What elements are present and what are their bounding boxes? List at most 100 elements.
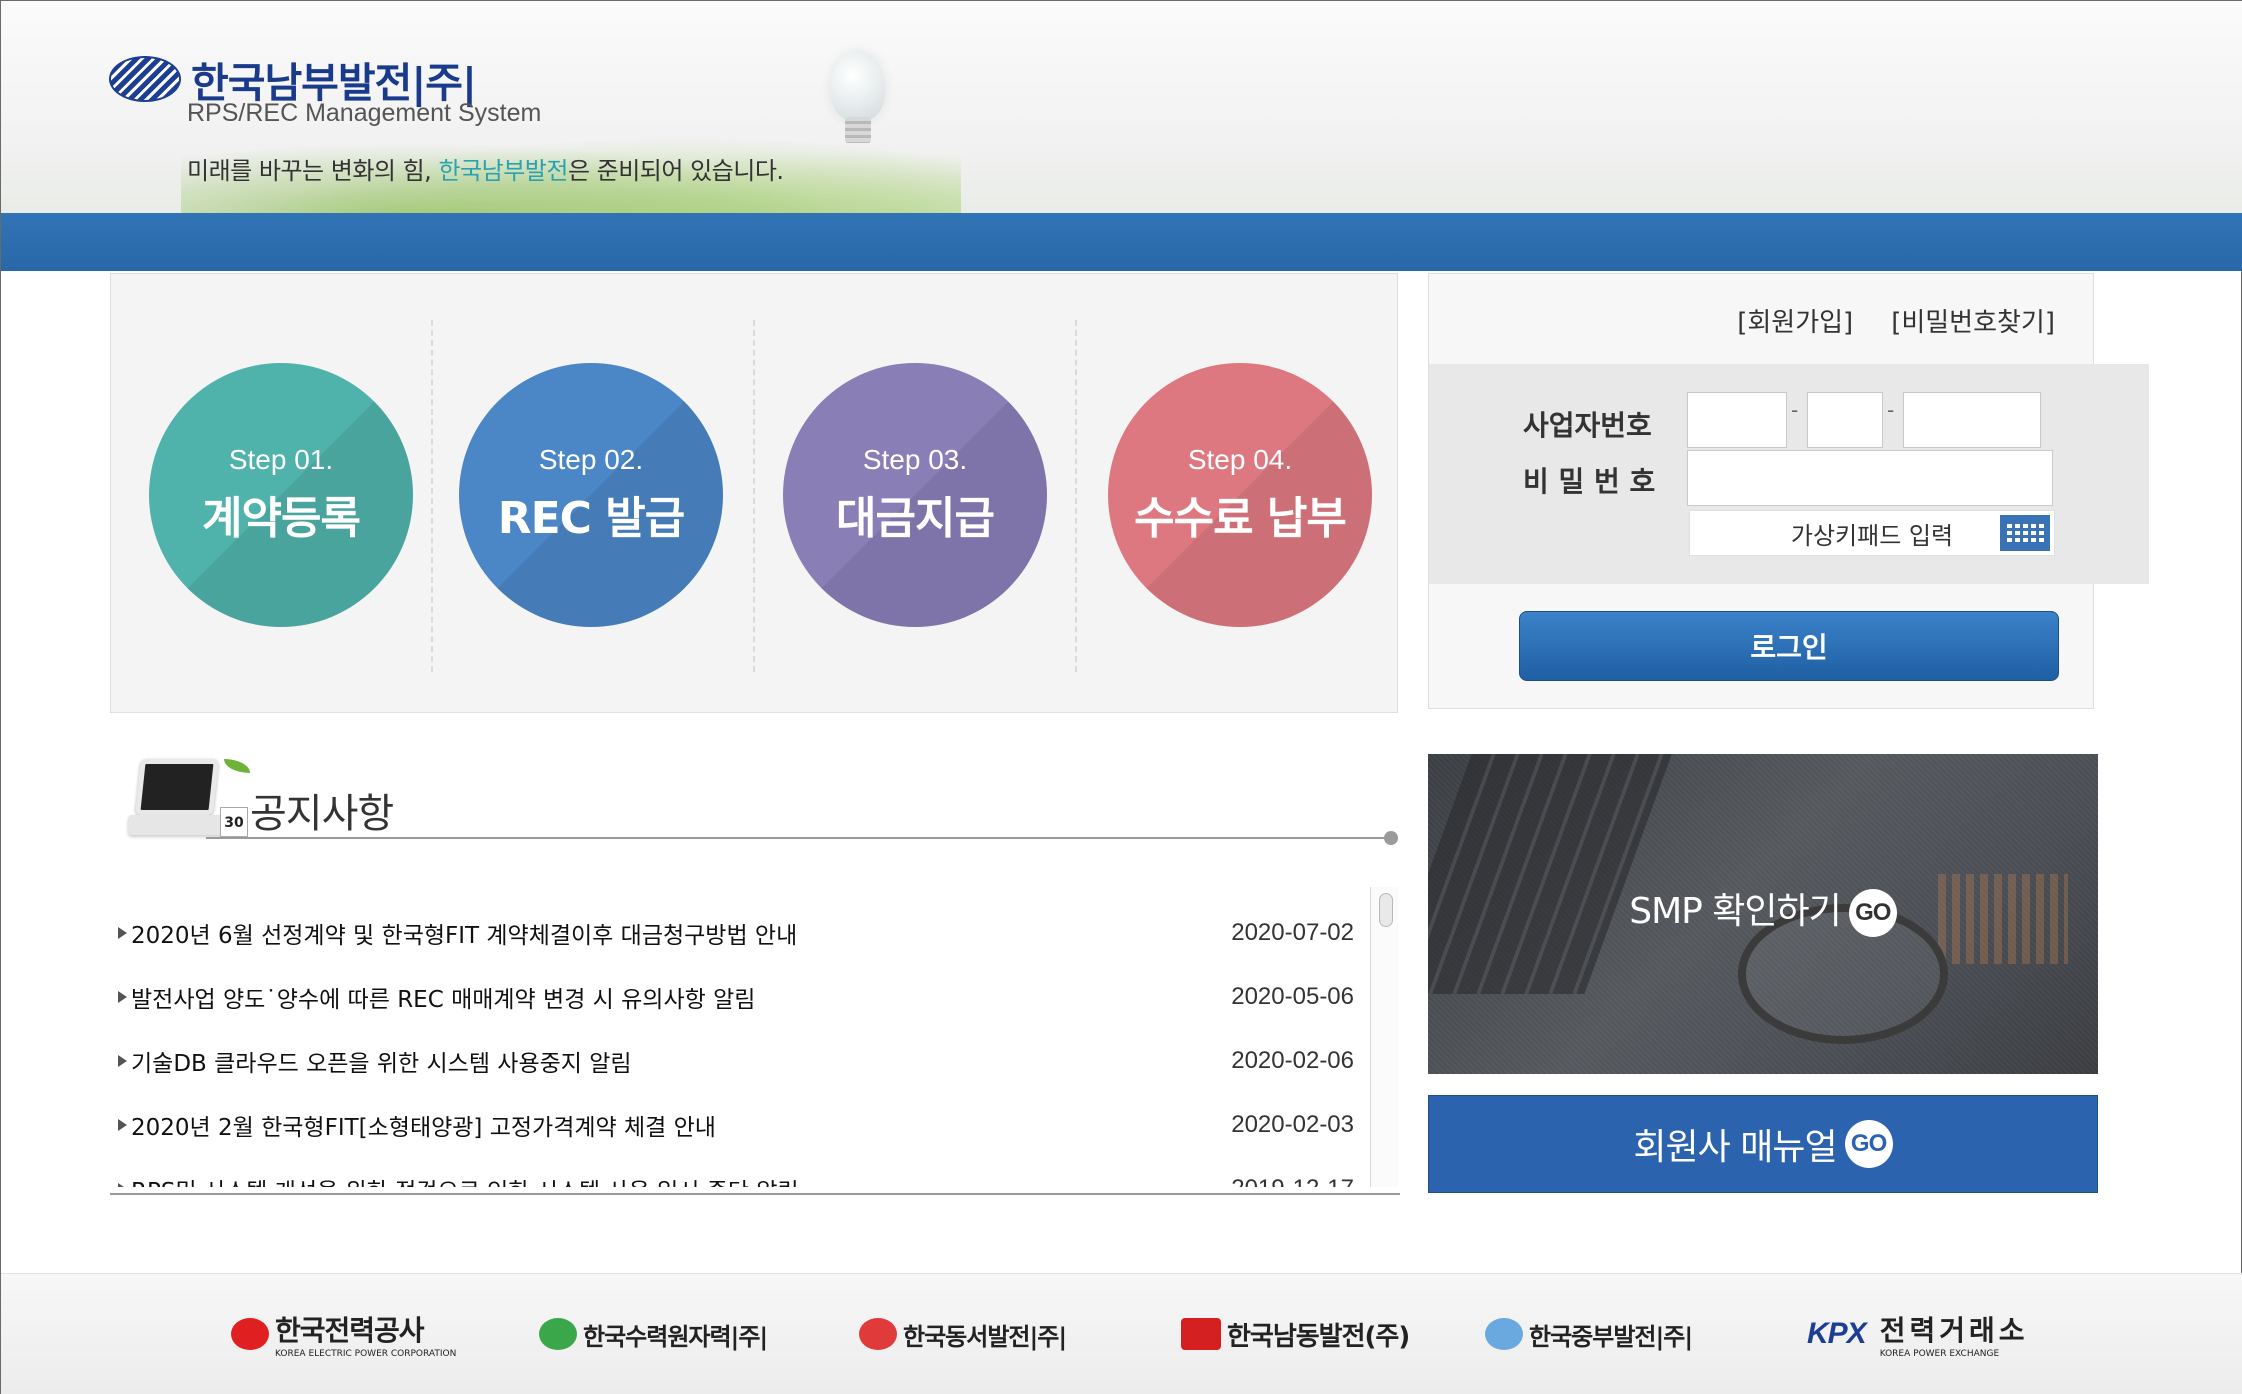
smp-label: SMP 확인하기 GO (1428, 882, 2098, 937)
go-icon: GO (1848, 889, 1897, 937)
notice-item-title[interactable]: 2020년 6월 선정계약 및 한국형FIT 계약체결이후 대금청구방법 안내 (131, 916, 797, 950)
slogan-highlight: 한국남부발전 (438, 157, 568, 185)
notice-item-date: 2020-07-02 (1231, 919, 1354, 946)
globe-logo-icon (109, 56, 181, 102)
notice-title[interactable]: 공지사항 (250, 781, 394, 839)
notice-item-date: 2020-02-06 (1231, 1047, 1354, 1074)
partner-logo-komipo[interactable]: 한국중부발전|주| (1485, 1310, 1693, 1358)
bullet-arrow-icon (118, 991, 127, 1003)
bullet-arrow-icon (118, 927, 127, 939)
partner-name: 한국중부발전|주| (1529, 1322, 1693, 1351)
business-number-part2[interactable] (1807, 392, 1883, 448)
kpx-logo-icon: KPX (1807, 1317, 1867, 1350)
step-title: 대금지급 (836, 493, 995, 544)
notice-item-date: 2019-12-17 (1231, 1175, 1354, 1187)
dash-separator: - (1791, 398, 1799, 422)
bullet-arrow-icon (118, 1055, 127, 1067)
partner-logo-ewp[interactable]: 한국동서발전|주| (859, 1310, 1067, 1358)
notice-item-title[interactable]: 2020년 2월 한국형FIT[소형태양광] 고정가격계약 체결 안내 (131, 1108, 716, 1142)
business-number-label: 사업자번호 (1523, 409, 1652, 442)
slogan-post: 은 준비되어 있습니다. (567, 157, 784, 185)
calendar-icon: 30 (220, 807, 248, 837)
list-item[interactable]: 2020년 6월 선정계약 및 한국형FIT 계약체결이후 대금청구방법 안내 … (118, 915, 1358, 951)
footer: 한국전력공사 KOREA ELECTRIC POWER CORPORATION … (1, 1273, 2242, 1394)
steps-panel: Step 01. 계약등록 Step 02. REC 발급 Step 03. 대… (110, 273, 1398, 713)
go-icon: GO (1844, 1120, 1893, 1168)
business-number-part3[interactable] (1903, 392, 2041, 448)
laptop-icon: 30 (124, 759, 250, 849)
slogan: 미래를 바꾸는 변화의 힘, 한국남부발전은 준비되어 있습니다. (187, 151, 784, 186)
password-label: 비 밀 번 호 (1523, 465, 1656, 498)
step-1[interactable]: Step 01. 계약등록 (149, 363, 413, 627)
komipo-logo-icon (1485, 1318, 1523, 1350)
virtual-keypad-button[interactable]: 가상키패드 입력 (1689, 510, 2055, 556)
partner-sub: KOREA POWER EXCHANGE (1879, 1349, 2000, 1359)
notice-item-date: 2020-02-03 (1231, 1111, 1354, 1138)
list-item[interactable]: 발전사업 양도˙양수에 따른 REC 매매계약 변경 시 유의사항 알림 202… (118, 979, 1358, 1015)
kepco-logo-icon (231, 1318, 269, 1350)
step-title: 계약등록 (202, 493, 361, 544)
lightbulb-icon (831, 51, 885, 121)
step-title: 수수료 납부 (1134, 493, 1347, 544)
step-number: Step 01. (228, 444, 334, 475)
notice-list: 2020년 6월 선정계약 및 한국형FIT 계약체결이후 대금청구방법 안내 … (110, 881, 1370, 1187)
step-number: Step 02. (538, 444, 644, 475)
nav-bar (1, 213, 2242, 271)
system-name: RPS/REC Management System (187, 99, 542, 127)
find-password-link[interactable]: [비밀번호찾기] (1891, 302, 2055, 339)
manual-text: 회원사 매뉴얼 (1633, 1127, 1837, 1168)
partner-name: 한국남동발전(주) (1227, 1321, 1410, 1352)
notice-bottom-line (110, 1193, 1400, 1195)
partner-name: 한국전력공사 (275, 1314, 425, 1347)
smp-text: SMP 확인하기 (1629, 891, 1842, 932)
notice-scrollbar[interactable] (1370, 887, 1398, 1187)
password-field[interactable] (1687, 450, 2053, 506)
smp-banner[interactable]: SMP 확인하기 GO (1428, 754, 2098, 1074)
login-button[interactable]: 로그인 (1519, 611, 2059, 681)
keyboard-image (1428, 754, 1672, 994)
bullet-arrow-icon (118, 1119, 127, 1131)
notice-divider (206, 837, 1396, 839)
dash-separator: - (1887, 398, 1895, 422)
header: 한국남부발전|주| RPS/REC Management System 미래를 … (1, 1, 2242, 213)
virtual-keypad-label: 가상키패드 입력 (1790, 521, 1954, 550)
signup-link[interactable]: [회원가입] (1737, 302, 1853, 339)
list-item[interactable]: RPS및 시스템 개선을 위한 점검으로 인한 시스템 사용 일시 중단 알림 … (118, 1171, 1358, 1187)
ewp-logo-icon (859, 1318, 897, 1350)
step-2[interactable]: Step 02. REC 발급 (459, 363, 723, 627)
partner-logo-kpx[interactable]: KPX 전력거래소 KOREA POWER EXCHANGE (1807, 1310, 2029, 1359)
khnp-logo-icon (539, 1318, 577, 1350)
list-item[interactable]: 기술DB 클라우드 오픈을 위한 시스템 사용중지 알림 2020-02-06 (118, 1043, 1358, 1079)
login-links: [회원가입] [비밀번호찾기] (1737, 302, 2055, 339)
notice-divider-dot (1384, 831, 1398, 845)
member-manual-banner[interactable]: 회원사 매뉴얼 GO (1428, 1095, 2098, 1193)
partner-name: 한국수력원자력|주| (583, 1322, 768, 1351)
partner-sub: KOREA ELECTRIC POWER CORPORATION (275, 1349, 457, 1359)
notice-item-title[interactable]: 발전사업 양도˙양수에 따른 REC 매매계약 변경 시 유의사항 알림 (131, 980, 755, 1014)
slogan-pre: 미래를 바꾸는 변화의 힘, (187, 157, 439, 185)
step-4[interactable]: Step 04. 수수료 납부 (1108, 363, 1372, 627)
scroll-thumb[interactable] (1379, 893, 1393, 927)
partner-logo-kepco[interactable]: 한국전력공사 KOREA ELECTRIC POWER CORPORATION (231, 1310, 457, 1359)
step-number: Step 03. (862, 444, 968, 475)
business-number-part1[interactable] (1687, 392, 1787, 448)
partner-logo-koen[interactable]: 한국남동발전(주) (1181, 1310, 1410, 1358)
notice-header: 30 공지사항 (110, 753, 1400, 865)
list-item[interactable]: 2020년 2월 한국형FIT[소형태양광] 고정가격계약 체결 안내 2020… (118, 1107, 1358, 1143)
partner-logo-khnp[interactable]: 한국수력원자력|주| (539, 1310, 768, 1358)
lightbulb-base (845, 117, 871, 143)
notice-item-title[interactable]: RPS및 시스템 개선을 위한 점검으로 인한 시스템 사용 일시 중단 알림 (131, 1172, 799, 1187)
login-panel: [회원가입] [비밀번호찾기] 사업자번호 - - 비 밀 번 호 가상키패드 … (1428, 273, 2149, 709)
step-divider (1075, 320, 1077, 672)
partner-name: 한국동서발전|주| (903, 1322, 1067, 1351)
step-number: Step 04. (1187, 444, 1293, 475)
notice-item-title[interactable]: 기술DB 클라우드 오픈을 위한 시스템 사용중지 알림 (131, 1044, 632, 1078)
step-title: REC 발급 (497, 493, 686, 544)
notice-item-date: 2020-05-06 (1231, 983, 1354, 1010)
step-divider (431, 320, 433, 672)
bullet-arrow-icon (118, 1183, 127, 1187)
keyboard-icon (2000, 515, 2050, 551)
step-divider (753, 320, 755, 672)
step-3[interactable]: Step 03. 대금지급 (783, 363, 1047, 627)
koen-logo-icon (1181, 1318, 1221, 1350)
